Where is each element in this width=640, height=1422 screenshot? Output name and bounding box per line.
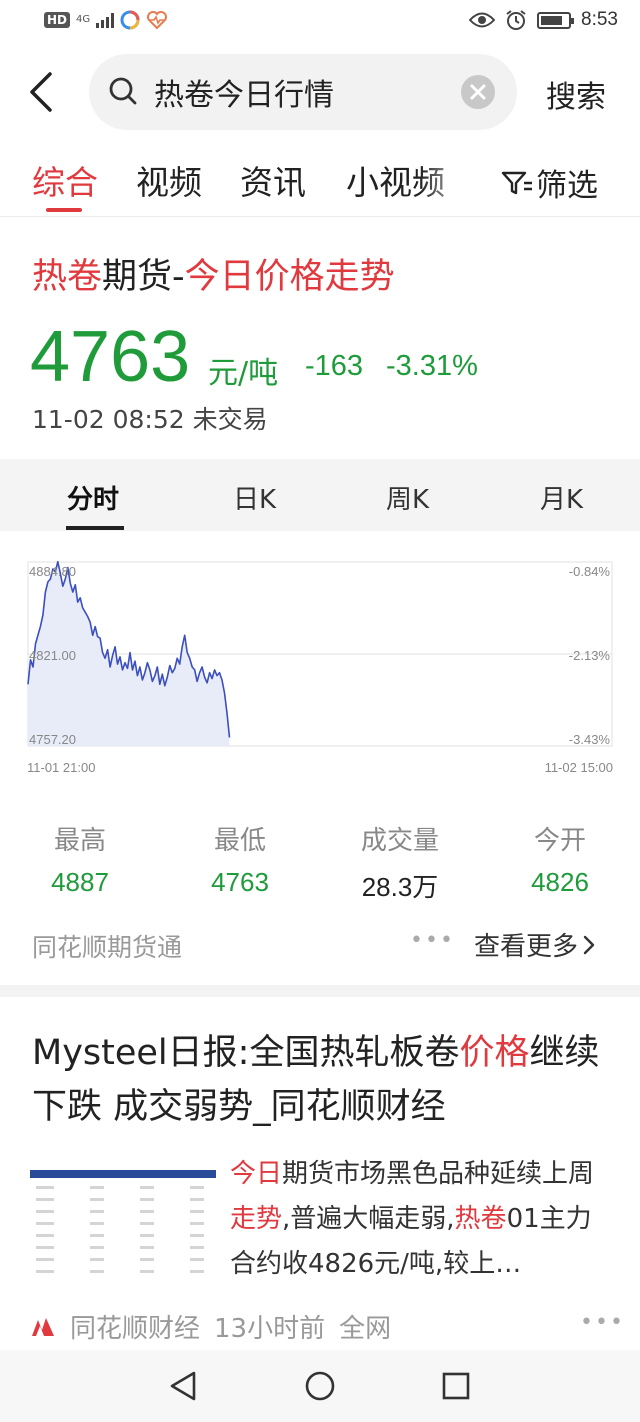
- app-icon: [120, 10, 140, 30]
- intraday-chart[interactable]: 4884.80 4821.00 4757.20 -0.84% -2.13% -3.43% 1…: [24, 556, 616, 776]
- stat-label-volume: 成交量: [360, 826, 439, 856]
- snippet-keyword-3: 热卷: [454, 1204, 507, 1234]
- publisher-logo-icon: [32, 1317, 54, 1336]
- system-nav-bar: [0, 1350, 640, 1422]
- view-more-link[interactable]: 查看更多: [474, 926, 596, 963]
- price-change: -163: [305, 350, 364, 382]
- snippet-text-2: ,普遍大幅走弱,: [282, 1204, 455, 1234]
- stat-label-high: 最高: [53, 826, 106, 856]
- y-tick-label-left: 4884.80: [29, 564, 76, 579]
- snippet-keyword: 今日: [230, 1159, 283, 1189]
- signal-icon: [96, 12, 115, 28]
- tab-comprehensive[interactable]: 综合: [32, 156, 98, 204]
- tab-intraday[interactable]: 分时: [67, 479, 119, 516]
- y-tick-label-left: 4757.20: [29, 732, 76, 747]
- alarm-icon: [506, 10, 526, 30]
- stat-value-open: 4826: [531, 867, 589, 897]
- back-arrow-icon[interactable]: [26, 70, 56, 114]
- quote-timestamp: 11-02 08:52 未交易: [32, 405, 268, 434]
- divider: [0, 216, 640, 217]
- article-title[interactable]: Mysteel日报:全国热轧板卷价格继续下跌 成交弱势_同花顺财经: [32, 1026, 612, 1134]
- snippet-keyword-2: 走势: [230, 1204, 283, 1234]
- status-bar: HD 4G 8:53: [0, 0, 640, 44]
- search-results-page: HD 4G 8:53 热卷今日行情 搜索 综合 视频 资讯 小视频 筛选 热卷期…: [0, 0, 640, 1422]
- more-options-icon[interactable]: •••: [410, 928, 455, 953]
- clear-icon[interactable]: [461, 75, 495, 109]
- x-tick-label-end: 11-02 15:00: [545, 760, 613, 775]
- article-time: 13小时前: [214, 1314, 326, 1344]
- tab-daily-k[interactable]: 日K: [233, 479, 276, 516]
- article-title-text: Mysteel日报:全国热轧板卷: [32, 1033, 460, 1073]
- article-meta: 同花顺财经 13小时前 全网: [30, 1308, 391, 1345]
- article-thumbnail[interactable]: [30, 1160, 216, 1280]
- search-icon: [109, 77, 137, 105]
- tab-active-indicator: [46, 208, 82, 212]
- hd-icon: HD: [44, 12, 71, 28]
- tab-fade: [420, 150, 480, 216]
- stat-value-low: 4763: [211, 867, 269, 897]
- article-source[interactable]: 同花顺财经: [70, 1308, 200, 1345]
- tab-monthly-k[interactable]: 月K: [540, 479, 583, 516]
- filter-icon: [501, 171, 532, 194]
- result-tabs: 综合 视频 资讯 小视频 筛选: [0, 150, 640, 216]
- stat-label-low: 最低: [213, 826, 266, 856]
- view-more-label: 查看更多: [474, 932, 579, 962]
- y-tick-label-right: -2.13%: [569, 648, 611, 663]
- stat-value-high: 4887: [51, 867, 109, 897]
- nav-recents-icon[interactable]: [441, 1371, 471, 1401]
- quote-title-keyword: 热卷: [32, 257, 103, 297]
- health-icon: [147, 11, 168, 30]
- y-tick-label-right: -3.43%: [569, 732, 611, 747]
- chevron-right-icon: [583, 935, 595, 954]
- article-scope: 全网: [339, 1314, 392, 1344]
- x-tick-label-start: 11-01 21:00: [27, 760, 95, 775]
- stat-label-open: 今开: [533, 826, 586, 856]
- clock: 8:53: [581, 9, 618, 30]
- y-tick-label-right: -0.84%: [569, 564, 611, 579]
- quote-source[interactable]: 同花顺期货通: [32, 928, 182, 964]
- tab-weekly-k[interactable]: 周K: [386, 479, 429, 516]
- chart-tabs: 分时 日K 周K 月K: [0, 459, 640, 531]
- y-tick-label-left: 4821.00: [29, 648, 76, 663]
- price-change-percent: -3.31%: [386, 350, 478, 382]
- filter-label: 筛选: [536, 168, 598, 204]
- article-snippet[interactable]: 今日期货市场黑色品种延续上周走势,普遍大幅走弱,热卷01主力合约收4826元/吨…: [230, 1152, 610, 1287]
- price-unit: 元/吨: [208, 356, 279, 391]
- snippet-text: 期货市场黑色品种延续上周: [282, 1159, 595, 1189]
- search-bar: 搜索: [0, 52, 640, 132]
- quote-title-text: 期货-: [102, 257, 185, 297]
- search-input[interactable]: [154, 70, 444, 114]
- section-separator: [0, 985, 640, 997]
- tab-news[interactable]: 资讯: [240, 156, 306, 204]
- eye-icon: [469, 12, 496, 28]
- quote-title[interactable]: 热卷期货-今日价格走势: [32, 248, 395, 299]
- article-more-options-icon[interactable]: •••: [580, 1310, 625, 1335]
- network-type: 4G: [76, 14, 91, 25]
- filter-button[interactable]: 筛选: [500, 160, 598, 205]
- tab-video[interactable]: 视频: [136, 156, 202, 204]
- chart-tab-indicator: [66, 526, 124, 530]
- quote-title-keyword-2: 今日价格走势: [184, 257, 395, 297]
- article-title-keyword: 价格: [459, 1033, 530, 1073]
- stat-value-volume: 28.3万: [361, 872, 439, 902]
- search-button[interactable]: 搜索: [546, 72, 606, 116]
- nav-back-icon[interactable]: [168, 1370, 198, 1402]
- battery-icon: [537, 11, 575, 29]
- nav-home-icon[interactable]: [304, 1370, 336, 1402]
- current-price: 4763: [30, 317, 191, 397]
